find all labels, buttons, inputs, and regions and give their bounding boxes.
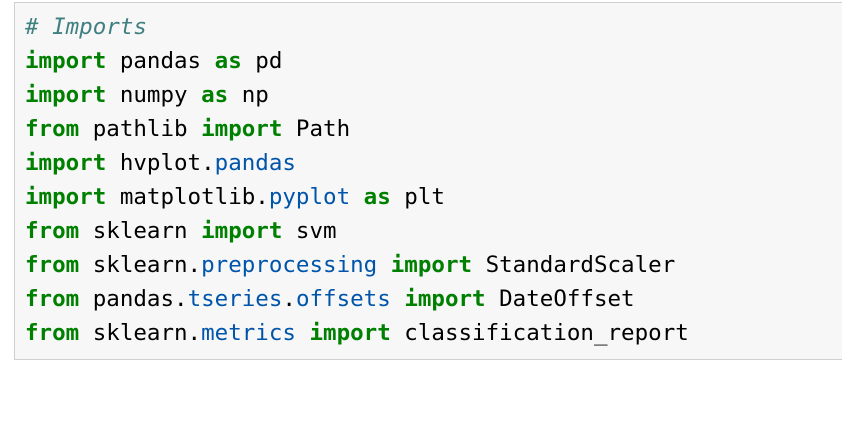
code-token-name: hvplot. xyxy=(106,150,215,176)
code-token-keyword: from xyxy=(25,286,80,312)
code-token-keyword: as xyxy=(201,82,229,108)
code-token-name: Path xyxy=(282,116,351,142)
code-line: from sklearn.metrics import classificati… xyxy=(25,316,689,350)
code-token-keyword: from xyxy=(25,116,80,142)
code-token-keyword: from xyxy=(25,320,80,346)
code-editor[interactable]: # Imports import pandas as pd import numpy… xyxy=(25,10,689,350)
code-line: import pandas as pd xyxy=(25,44,689,78)
code-line: import matplotlib.pyplot as plt xyxy=(25,180,689,214)
code-token-name: StandardScaler xyxy=(472,252,676,278)
code-token-keyword: import xyxy=(25,150,107,176)
code-token-name xyxy=(296,320,310,346)
code-token-comment: # Imports xyxy=(25,14,147,40)
code-token-module: offsets xyxy=(295,286,391,312)
code-token-name: classification_report xyxy=(390,320,689,346)
code-token-name xyxy=(391,286,405,312)
code-token-keyword: import xyxy=(25,48,107,74)
code-line: import hvplot.pandas xyxy=(25,146,689,180)
code-token-keyword: import xyxy=(201,218,283,244)
code-token-name: plt xyxy=(390,184,445,210)
code-token-name: svm xyxy=(282,218,337,244)
code-token-name xyxy=(377,252,391,278)
code-token-keyword: import xyxy=(25,82,107,108)
code-cell[interactable]: # Imports import pandas as pd import numpy… xyxy=(14,2,842,360)
code-token-keyword: import xyxy=(404,286,486,312)
code-token-keyword: from xyxy=(25,252,80,278)
code-token-name xyxy=(350,184,364,210)
code-token-name: pd xyxy=(241,48,283,74)
code-token-name: numpy xyxy=(106,82,202,108)
code-line: # Imports xyxy=(25,10,689,44)
code-line: from pandas.tseries.offsets import DateO… xyxy=(25,282,689,316)
code-token-module: metrics xyxy=(201,320,296,346)
code-token-name: np xyxy=(228,82,269,108)
code-token-module: preprocessing xyxy=(201,252,378,278)
code-token-keyword: as xyxy=(214,48,242,74)
code-token-keyword: import xyxy=(309,320,391,346)
code-token-name: DateOffset xyxy=(485,286,635,312)
code-token-name: pathlib xyxy=(79,116,202,142)
code-token-keyword: import xyxy=(25,184,107,210)
code-line: import numpy as np xyxy=(25,78,689,112)
code-token-module: pandas xyxy=(214,150,296,176)
code-line: from sklearn.preprocessing import Standa… xyxy=(25,248,689,282)
code-token-module: tseries xyxy=(187,286,283,312)
code-token-keyword: import xyxy=(201,116,283,142)
code-token-keyword: import xyxy=(390,252,473,278)
code-token-name: pandas. xyxy=(79,286,188,312)
code-token-name: sklearn. xyxy=(79,252,202,278)
code-line: from pathlib import Path xyxy=(25,112,689,146)
code-token-keyword: as xyxy=(363,184,391,210)
code-token-name: matplotlib. xyxy=(106,184,269,210)
code-token-module: pyplot xyxy=(268,184,351,210)
code-token-keyword: from xyxy=(25,218,80,244)
code-token-name: . xyxy=(282,286,296,312)
code-token-name: sklearn. xyxy=(79,320,202,346)
code-line: from sklearn import svm xyxy=(25,214,689,248)
code-token-name: sklearn xyxy=(79,218,202,244)
code-token-name: pandas xyxy=(106,48,215,74)
